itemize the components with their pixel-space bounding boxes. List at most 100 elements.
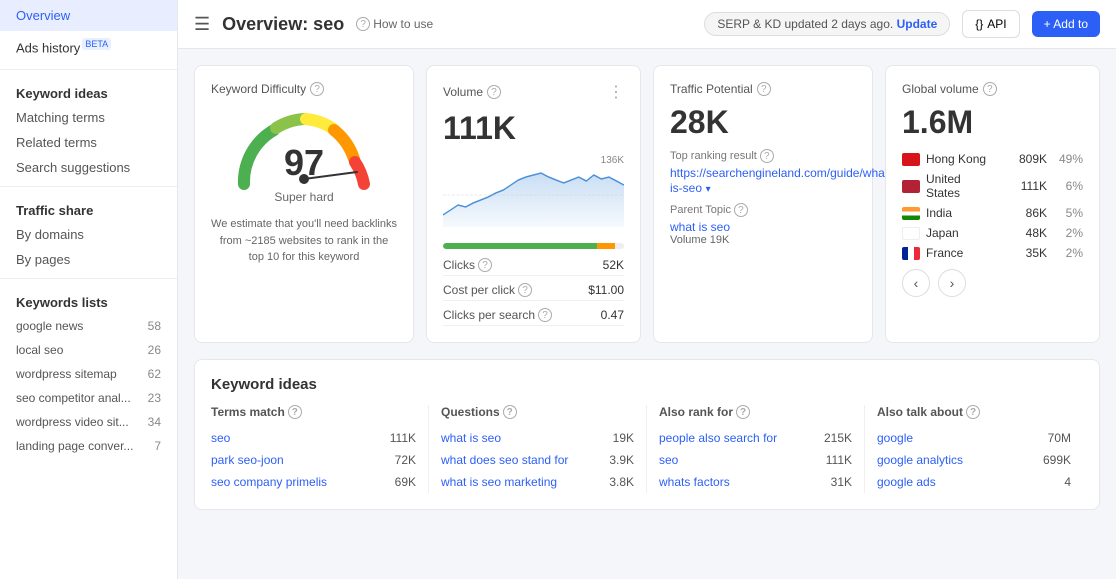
ki-row: seo111K — [659, 449, 852, 471]
chart-max-label: 136K — [601, 155, 624, 166]
ki-term-link[interactable]: google analytics — [877, 453, 963, 467]
sidebar-item-ads-history[interactable]: Ads historyBETA — [0, 31, 177, 63]
cards-row: Keyword Difficulty ? — [178, 49, 1116, 359]
volume-chart: 136K — [443, 155, 624, 235]
tp-volume-label: Volume 19K — [670, 234, 856, 246]
gv-country-row: United States 111K 6% — [902, 169, 1083, 203]
flag-fr-icon — [902, 247, 920, 260]
sidebar-divider-3 — [0, 278, 177, 279]
tp-parent-help[interactable]: ? — [734, 203, 748, 217]
cps-value: 0.47 — [601, 308, 624, 322]
flag-jp-icon — [902, 227, 920, 240]
cps-help-icon[interactable]: ? — [538, 308, 552, 322]
api-button[interactable]: {} API — [962, 10, 1019, 38]
kd-title-label: Keyword Difficulty — [211, 82, 306, 96]
gv-country-row: India 86K 5% — [902, 203, 1083, 223]
progress-orange — [597, 243, 615, 249]
kd-description: We estimate that you'll need backlinks f… — [211, 216, 397, 266]
ki-row: whats factors31K — [659, 471, 852, 493]
kd-help-icon[interactable]: ? — [310, 82, 324, 96]
sidebar-keyword-item[interactable]: local seo26 — [0, 338, 177, 362]
volume-more-menu[interactable]: ⋮ — [608, 82, 624, 102]
sidebar-item-by-pages[interactable]: By pages — [0, 247, 177, 272]
progress-green — [443, 243, 597, 249]
how-to-use-link[interactable]: ? How to use — [356, 17, 433, 31]
sidebar-keyword-item[interactable]: seo competitor anal...23 — [0, 386, 177, 410]
sidebar-keyword-item[interactable]: google news58 — [0, 314, 177, 338]
sidebar-keyword-item[interactable]: wordpress video sit...34 — [0, 410, 177, 434]
sidebar-item-search-suggestions[interactable]: Search suggestions — [0, 155, 177, 180]
volume-stats: Clicks ? 52K Cost per click ? $11.00 — [443, 255, 624, 326]
also-rank-help[interactable]: ? — [736, 405, 750, 419]
sidebar-item-by-domains[interactable]: By domains — [0, 222, 177, 247]
sidebar-keyword-item[interactable]: wordpress sitemap62 — [0, 362, 177, 386]
ki-term-link[interactable]: what does seo stand for — [441, 453, 568, 467]
tp-url-link[interactable]: https://searchengineland.com/guide/what-… — [670, 166, 892, 195]
add-to-button[interactable]: + Add to — [1032, 11, 1100, 37]
ki-term-link[interactable]: google ads — [877, 475, 936, 489]
kd-card-title: Keyword Difficulty ? — [211, 82, 397, 96]
clicks-help-icon[interactable]: ? — [478, 258, 492, 272]
ki-section-title: Keyword ideas — [211, 376, 1083, 393]
ki-term-link[interactable]: seo — [211, 431, 230, 445]
ki-terms-match-col: Terms match ? seo111Kpark seo-joon72Kseo… — [211, 405, 429, 493]
ki-row: what does seo stand for3.9K — [441, 449, 634, 471]
question-icon: ? — [356, 17, 370, 31]
tp-parent-link[interactable]: what is seo — [670, 220, 730, 234]
update-link[interactable]: Update — [897, 17, 938, 31]
ki-also-rank-col: Also rank for ? people also search for21… — [647, 405, 865, 493]
questions-help[interactable]: ? — [503, 405, 517, 419]
sidebar-traffic-share-section: Traffic share — [0, 193, 177, 222]
ki-term-link[interactable]: park seo-joon — [211, 453, 284, 467]
tp-dropdown-arrow[interactable]: ▾ — [706, 184, 711, 195]
clicks-value: 52K — [603, 258, 624, 272]
scrollable-content: Keyword Difficulty ? — [178, 49, 1116, 579]
questions-list: what is seo19Kwhat does seo stand for3.9… — [441, 427, 634, 493]
gv-navigation: ‹ › — [902, 269, 1083, 297]
sidebar-item-matching-terms[interactable]: Matching terms — [0, 105, 177, 130]
ki-row: park seo-joon72K — [211, 449, 416, 471]
volume-title-label: Volume — [443, 85, 483, 99]
progress-bar — [443, 243, 624, 249]
ki-term-link[interactable]: google — [877, 431, 913, 445]
ki-term-link[interactable]: whats factors — [659, 475, 730, 489]
sidebar-keywords-lists-section: Keywords lists — [0, 285, 177, 314]
tp-help-icon[interactable]: ? — [757, 82, 771, 96]
also-talk-help[interactable]: ? — [966, 405, 980, 419]
tp-top-ranking-label: Top ranking result ? — [670, 149, 856, 163]
ki-term-link[interactable]: seo — [659, 453, 678, 467]
status-pill: SERP & KD updated 2 days ago. Update — [704, 12, 950, 36]
ki-row: people also search for215K — [659, 427, 852, 449]
cpc-value: $11.00 — [588, 283, 624, 297]
ki-term-link[interactable]: people also search for — [659, 431, 777, 445]
gv-value: 1.6M — [902, 104, 1083, 141]
page-title: Overview: seo — [222, 14, 344, 35]
also-rank-list: people also search for215Kseo111Kwhats f… — [659, 427, 852, 493]
terms-match-help[interactable]: ? — [288, 405, 302, 419]
kd-card: Keyword Difficulty ? — [194, 65, 414, 343]
hamburger-icon[interactable]: ☰ — [194, 14, 210, 35]
gv-help-icon[interactable]: ? — [983, 82, 997, 96]
sidebar-keyword-ideas-section: Keyword ideas — [0, 76, 177, 105]
ki-term-link[interactable]: what is seo — [441, 431, 501, 445]
ki-term-link[interactable]: seo company primelis — [211, 475, 327, 489]
flag-hk-icon — [902, 153, 920, 166]
sidebar-keyword-item[interactable]: landing page conver...7 — [0, 434, 177, 458]
volume-progress — [443, 243, 624, 249]
gv-prev-button[interactable]: ‹ — [902, 269, 930, 297]
tp-parent-label: Parent Topic ? — [670, 203, 856, 217]
sidebar-ads-history-label: Ads history — [16, 40, 80, 55]
page-header: ☰ Overview: seo ? How to use SERP & KD u… — [178, 0, 1116, 49]
sidebar-item-related-terms[interactable]: Related terms — [0, 130, 177, 155]
volume-help-icon[interactable]: ? — [487, 85, 501, 99]
cpc-help-icon[interactable]: ? — [518, 283, 532, 297]
cps-label: Clicks per search ? — [443, 308, 552, 322]
gv-card-title: Global volume ? — [902, 82, 1083, 96]
sidebar-item-overview[interactable]: Overview — [0, 0, 177, 31]
tp-top-ranking-help[interactable]: ? — [760, 149, 774, 163]
ki-row: google analytics699K — [877, 449, 1071, 471]
gauge-container: 97 — [229, 104, 379, 184]
gv-next-button[interactable]: › — [938, 269, 966, 297]
ki-term-link[interactable]: what is seo marketing — [441, 475, 557, 489]
ki-questions-col: Questions ? what is seo19Kwhat does seo … — [429, 405, 647, 493]
